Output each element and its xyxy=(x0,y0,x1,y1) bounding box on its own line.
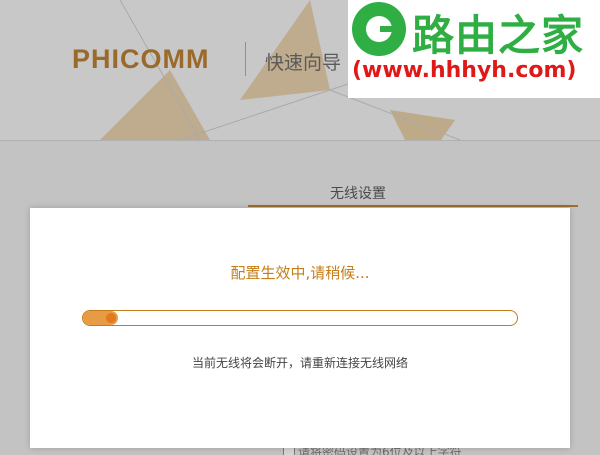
progress-bar xyxy=(82,310,518,326)
disconnect-note: 当前无线将会断开，请重新连接无线网络 xyxy=(191,356,408,370)
section-underline xyxy=(248,205,578,207)
wizard-title: 快速向导 xyxy=(265,52,342,74)
watermark-logo-icon xyxy=(352,2,406,56)
header-divider xyxy=(245,42,246,76)
progress-message: 配置生效中,请稍候... xyxy=(230,264,370,282)
section-title: 无线设置 xyxy=(330,186,386,202)
header-separator xyxy=(0,140,600,141)
progress-dialog: 配置生效中,请稍候... 当前无线将会断开，请重新连接无线网络 xyxy=(30,208,570,448)
progress-indicator-dot xyxy=(106,313,116,323)
phicomm-logo: PHICOMM xyxy=(72,44,210,74)
watermark: 路由之家 (www.hhhyh.com) xyxy=(348,0,600,98)
watermark-title: 路由之家 xyxy=(412,11,585,60)
watermark-url: (www.hhhyh.com) xyxy=(352,58,577,83)
